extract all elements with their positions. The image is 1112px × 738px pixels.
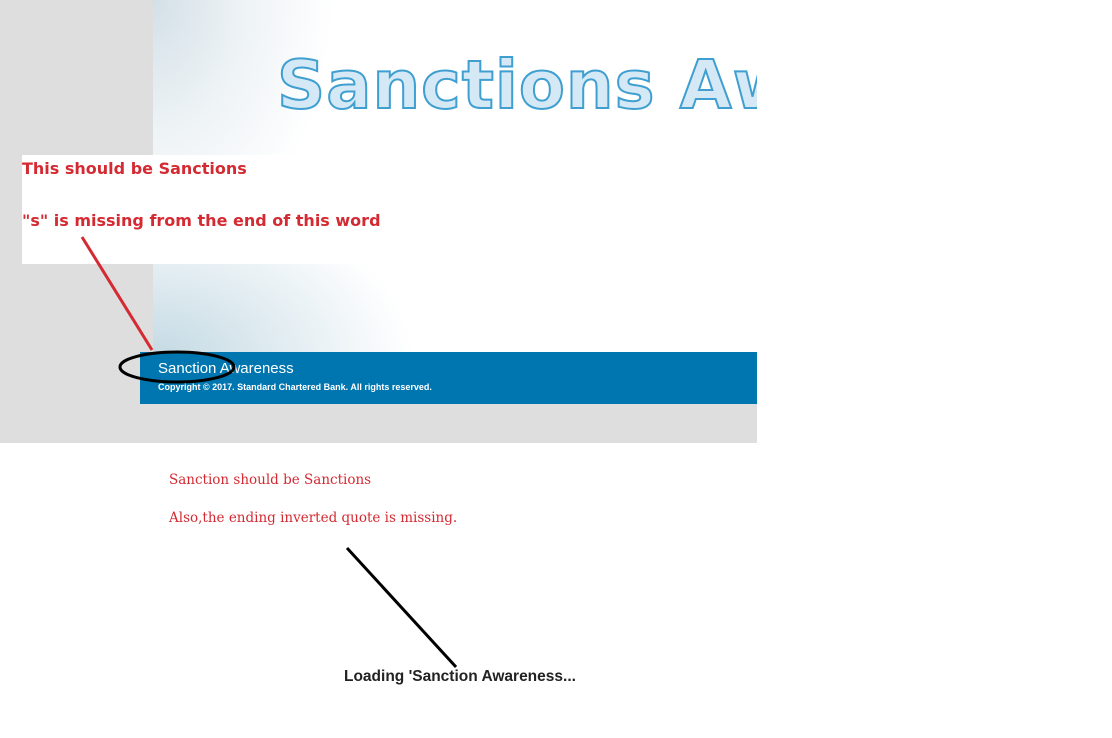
annotation-circle [118, 350, 236, 384]
loading-text: Loading 'Sanction Awareness... [344, 668, 576, 685]
annotation-overlay [80, 236, 458, 669]
annotation-arrow-red [80, 236, 154, 351]
comment-line-1: Sanction should be Sanctions [169, 472, 372, 488]
annotation-arrow-black [345, 546, 458, 669]
comment-line-2: Also,the ending inverted quote is missin… [169, 510, 458, 526]
